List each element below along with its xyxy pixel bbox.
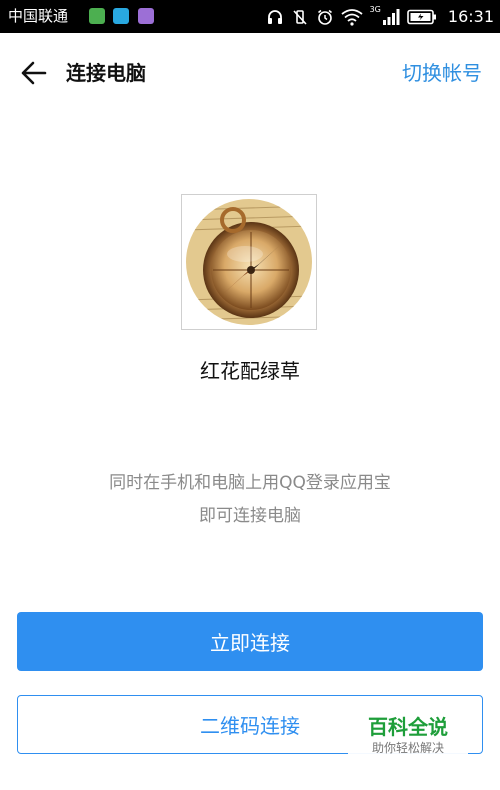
carrier-label: 中国联通	[8, 7, 69, 25]
vibrate-icon	[293, 9, 307, 25]
watermark-title: 百科全说	[368, 715, 448, 739]
avatar	[181, 194, 317, 330]
status-bar: 中国联通 3G 16:31	[0, 0, 500, 33]
back-arrow-icon[interactable]	[18, 59, 48, 87]
alarm-icon	[317, 9, 332, 25]
watermark-subtitle: 助你轻松解决	[371, 741, 444, 755]
app-notification-icon	[89, 8, 105, 24]
connect-now-button[interactable]: 立即连接	[17, 612, 483, 671]
headset-icon	[267, 9, 282, 24]
user-nickname: 红花配绿草	[200, 359, 300, 383]
network-type-label: 3G	[369, 5, 381, 14]
page-title: 连接电脑	[66, 61, 146, 85]
app-header: 连接电脑 切换帐号	[0, 33, 500, 113]
battery-icon	[407, 9, 436, 24]
app-notification-icon	[113, 8, 129, 24]
app-notification-icon	[138, 8, 154, 24]
clock: 16:31	[447, 7, 494, 26]
signal-icon	[382, 8, 400, 25]
hint-line-2: 即可连接电脑	[199, 506, 301, 526]
connect-hint: 同时在手机和电脑上用QQ登录应用宝 即可连接电脑	[0, 467, 500, 533]
compass-avatar-image	[186, 199, 312, 325]
wifi-icon	[341, 8, 363, 26]
hint-line-1: 同时在手机和电脑上用QQ登录应用宝	[109, 473, 391, 493]
watermark: 百科全说 助你轻松解决	[348, 708, 468, 768]
status-icons: 3G 16:31	[266, 0, 494, 33]
switch-account-link[interactable]: 切换帐号	[402, 59, 482, 87]
